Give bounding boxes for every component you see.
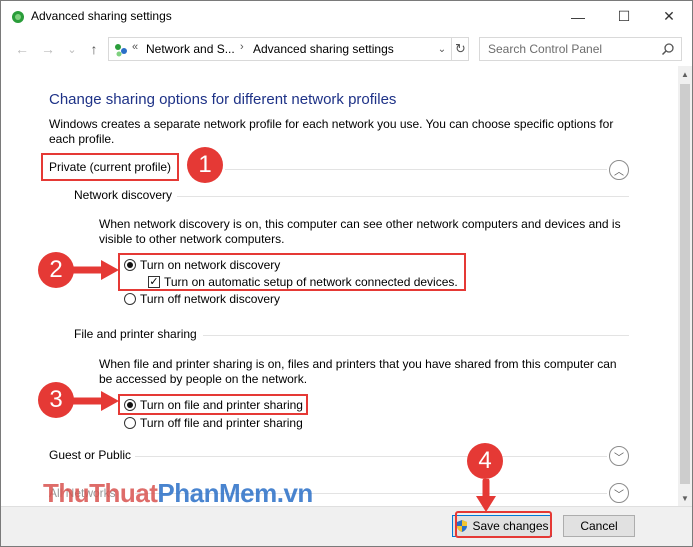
annotation-badge-2: 2 bbox=[38, 252, 74, 288]
network-discovery-heading: Network discovery bbox=[74, 188, 173, 202]
expand-chevron-icon[interactable]: ﹀ bbox=[609, 446, 629, 466]
guest-profile-header[interactable]: Guest or Public bbox=[49, 448, 131, 462]
watermark-part: ThuThuat bbox=[43, 478, 158, 508]
breadcrumb-network[interactable]: Network and S... bbox=[146, 42, 235, 56]
radio-label[interactable]: Turn off network discovery bbox=[140, 292, 280, 306]
file-sharing-description: When file and printer sharing is on, fil… bbox=[99, 357, 617, 386]
subsection-divider bbox=[177, 196, 629, 197]
section-divider bbox=[135, 456, 607, 457]
scroll-down-icon[interactable]: ▼ bbox=[678, 490, 692, 506]
annotation-arrow-icon bbox=[71, 391, 119, 411]
intro-text: Windows creates a separate network profi… bbox=[49, 117, 614, 146]
highlight-private-profile bbox=[41, 153, 179, 181]
minimize-button[interactable]: — bbox=[555, 1, 601, 32]
scrollbar-thumb[interactable] bbox=[680, 84, 690, 484]
button-bar: Save changes Cancel bbox=[1, 506, 692, 546]
highlight-save-changes bbox=[455, 511, 552, 538]
page-title: Change sharing options for different net… bbox=[49, 91, 397, 108]
search-placeholder: Search Control Panel bbox=[488, 42, 603, 56]
network-globe-icon bbox=[12, 11, 24, 23]
expand-chevron-icon[interactable]: ﹀ bbox=[609, 483, 629, 503]
cancel-button[interactable]: Cancel bbox=[563, 515, 635, 537]
section-divider bbox=[225, 169, 607, 170]
annotation-badge-3: 3 bbox=[38, 382, 74, 418]
refresh-icon[interactable]: ↻ bbox=[451, 38, 469, 60]
maximize-button[interactable]: ☐ bbox=[601, 1, 647, 32]
radio-turn-off-discovery[interactable]: Turn off network discovery bbox=[124, 292, 280, 306]
radio-turn-off-file-sharing[interactable]: Turn off file and printer sharing bbox=[124, 416, 303, 430]
watermark: ThuThuatPhanMem.vn bbox=[43, 478, 313, 509]
annotation-arrow-icon bbox=[71, 260, 119, 280]
radio-label[interactable]: Turn off file and printer sharing bbox=[140, 416, 303, 430]
navigation-bar: ← → ⌄ ↑ « Network and S... › Advanced sh… bbox=[1, 32, 692, 66]
title-bar: Advanced sharing settings — ☐ ✕ bbox=[1, 1, 692, 32]
close-button[interactable]: ✕ bbox=[646, 1, 692, 32]
address-bar[interactable]: « Network and S... › Advanced sharing se… bbox=[108, 37, 469, 61]
annotation-badge-4: 4 bbox=[467, 443, 503, 479]
watermark-part: .vn bbox=[276, 478, 314, 508]
radio-unselected-icon[interactable] bbox=[124, 417, 136, 429]
subsection-divider bbox=[203, 335, 629, 336]
file-sharing-heading: File and printer sharing bbox=[74, 327, 197, 341]
network-discovery-description: When network discovery is on, this compu… bbox=[99, 217, 621, 246]
window: Advanced sharing settings — ☐ ✕ ← → ⌄ ↑ … bbox=[0, 0, 693, 547]
search-input[interactable]: Search Control Panel bbox=[479, 37, 682, 61]
radio-unselected-icon[interactable] bbox=[124, 293, 136, 305]
annotation-badge-1: 1 bbox=[187, 147, 223, 183]
address-dropdown-icon[interactable]: ⌄ bbox=[433, 40, 451, 58]
network-icon bbox=[115, 44, 127, 57]
up-arrow-icon[interactable]: ↑ bbox=[85, 40, 103, 58]
scroll-up-icon[interactable]: ▲ bbox=[678, 66, 692, 82]
highlight-file-sharing bbox=[118, 394, 308, 415]
search-icon[interactable] bbox=[661, 42, 675, 56]
recent-locations-icon[interactable]: ⌄ bbox=[63, 40, 81, 58]
collapse-chevron-icon[interactable]: ︿ bbox=[609, 160, 629, 180]
vertical-scrollbar[interactable]: ▲ ▼ bbox=[678, 66, 692, 506]
back-arrow-icon[interactable]: ← bbox=[13, 40, 31, 58]
breadcrumb-advanced-sharing[interactable]: Advanced sharing settings bbox=[253, 42, 394, 56]
watermark-part: PhanMem bbox=[157, 478, 277, 508]
window-title: Advanced sharing settings bbox=[31, 9, 172, 23]
breadcrumb-overflow-icon[interactable]: « bbox=[132, 41, 138, 53]
annotation-arrow-icon bbox=[476, 479, 496, 512]
highlight-network-discovery bbox=[118, 253, 466, 291]
breadcrumb-separator-icon: › bbox=[240, 41, 244, 53]
forward-arrow-icon[interactable]: → bbox=[39, 40, 57, 58]
